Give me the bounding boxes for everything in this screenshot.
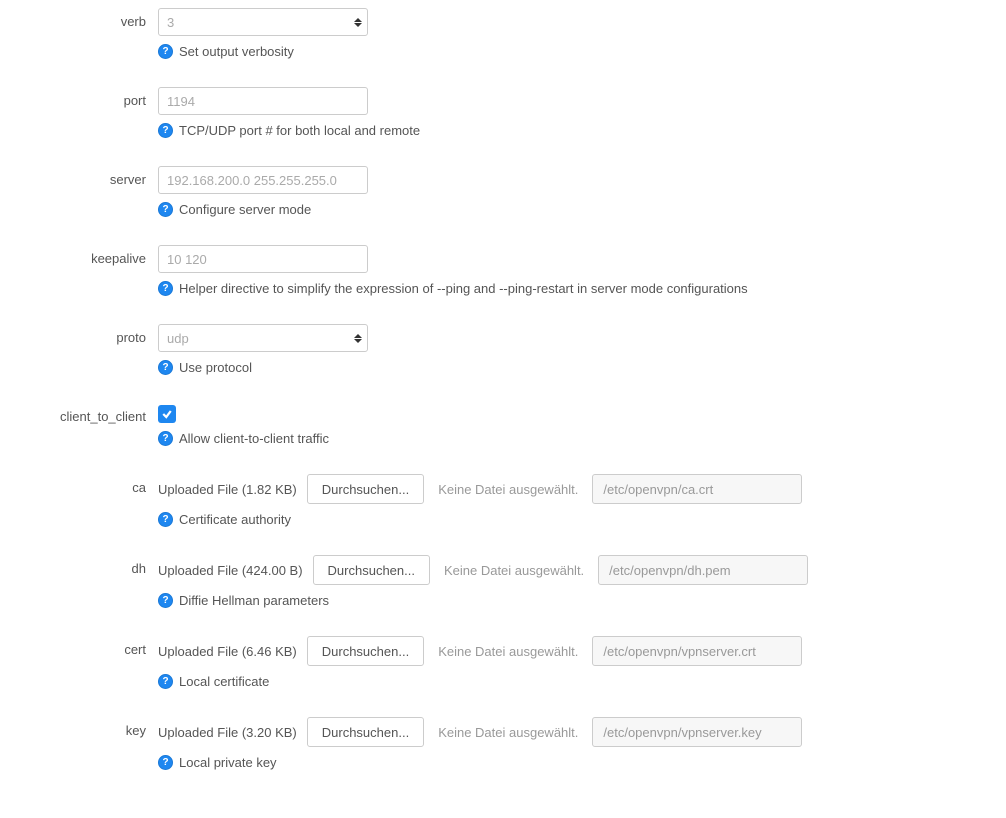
cert-nofile-text: Keine Datei ausgewählt. <box>424 644 592 659</box>
label-dh: dh <box>0 555 158 576</box>
row-verb: verb 3 ? Set output verbosity <box>0 8 1006 59</box>
row-cert: cert Uploaded File (6.46 KB) Durchsuchen… <box>0 636 1006 689</box>
hint-proto: ? Use protocol <box>158 360 1006 375</box>
label-port: port <box>0 87 158 108</box>
chevron-updown-icon <box>351 326 365 350</box>
keepalive-input[interactable] <box>158 245 368 273</box>
help-icon[interactable]: ? <box>158 755 173 770</box>
key-browse-button[interactable]: Durchsuchen... <box>307 717 424 747</box>
verb-select[interactable]: 3 <box>158 8 368 36</box>
hint-client-to-client: ? Allow client-to-client traffic <box>158 431 1006 446</box>
hint-dh-text: Diffie Hellman parameters <box>179 593 329 608</box>
dh-path-input[interactable]: /etc/openvpn/dh.pem <box>598 555 808 585</box>
key-uploaded-text: Uploaded File (3.20 KB) <box>158 725 307 740</box>
port-input[interactable] <box>158 87 368 115</box>
ca-nofile-text: Keine Datei ausgewählt. <box>424 482 592 497</box>
hint-server-text: Configure server mode <box>179 202 311 217</box>
hint-keepalive: ? Helper directive to simplify the expre… <box>158 281 1006 296</box>
key-path-input[interactable]: /etc/openvpn/vpnserver.key <box>592 717 802 747</box>
hint-ca-text: Certificate authority <box>179 512 291 527</box>
cert-browse-button[interactable]: Durchsuchen... <box>307 636 424 666</box>
row-dh: dh Uploaded File (424.00 B) Durchsuchen.… <box>0 555 1006 608</box>
proto-select-value: udp <box>167 331 189 346</box>
help-icon[interactable]: ? <box>158 593 173 608</box>
hint-key: ? Local private key <box>158 755 1006 770</box>
dh-uploaded-text: Uploaded File (424.00 B) <box>158 563 313 578</box>
help-icon[interactable]: ? <box>158 123 173 138</box>
hint-port: ? TCP/UDP port # for both local and remo… <box>158 123 1006 138</box>
label-proto: proto <box>0 324 158 345</box>
hint-client-to-client-text: Allow client-to-client traffic <box>179 431 329 446</box>
chevron-updown-icon <box>351 10 365 34</box>
row-client-to-client: client_to_client ? Allow client-to-clien… <box>0 403 1006 446</box>
ca-path-input[interactable]: /etc/openvpn/ca.crt <box>592 474 802 504</box>
server-input[interactable] <box>158 166 368 194</box>
ca-uploaded-text: Uploaded File (1.82 KB) <box>158 482 307 497</box>
client-to-client-checkbox[interactable] <box>158 405 176 423</box>
row-key: key Uploaded File (3.20 KB) Durchsuchen.… <box>0 717 1006 770</box>
check-icon <box>161 408 173 420</box>
label-cert: cert <box>0 636 158 657</box>
hint-keepalive-text: Helper directive to simplify the express… <box>179 281 748 296</box>
hint-dh: ? Diffie Hellman parameters <box>158 593 1006 608</box>
label-ca: ca <box>0 474 158 495</box>
hint-verb-text: Set output verbosity <box>179 44 294 59</box>
hint-cert: ? Local certificate <box>158 674 1006 689</box>
row-port: port ? TCP/UDP port # for both local and… <box>0 87 1006 138</box>
ca-browse-button[interactable]: Durchsuchen... <box>307 474 424 504</box>
label-server: server <box>0 166 158 187</box>
hint-proto-text: Use protocol <box>179 360 252 375</box>
help-icon[interactable]: ? <box>158 512 173 527</box>
label-verb: verb <box>0 8 158 29</box>
label-client-to-client: client_to_client <box>0 403 158 424</box>
dh-browse-button[interactable]: Durchsuchen... <box>313 555 430 585</box>
cert-path-input[interactable]: /etc/openvpn/vpnserver.crt <box>592 636 802 666</box>
help-icon[interactable]: ? <box>158 360 173 375</box>
key-nofile-text: Keine Datei ausgewählt. <box>424 725 592 740</box>
cert-uploaded-text: Uploaded File (6.46 KB) <box>158 644 307 659</box>
row-server: server ? Configure server mode <box>0 166 1006 217</box>
openvpn-config-form: verb 3 ? Set output verbosity port ? TCP… <box>0 0 1006 818</box>
help-icon[interactable]: ? <box>158 202 173 217</box>
row-proto: proto udp ? Use protocol <box>0 324 1006 375</box>
dh-nofile-text: Keine Datei ausgewählt. <box>430 563 598 578</box>
hint-server: ? Configure server mode <box>158 202 1006 217</box>
label-keepalive: keepalive <box>0 245 158 266</box>
help-icon[interactable]: ? <box>158 674 173 689</box>
row-keepalive: keepalive ? Helper directive to simplify… <box>0 245 1006 296</box>
hint-cert-text: Local certificate <box>179 674 269 689</box>
verb-select-value: 3 <box>167 15 174 30</box>
hint-port-text: TCP/UDP port # for both local and remote <box>179 123 420 138</box>
help-icon[interactable]: ? <box>158 44 173 59</box>
proto-select[interactable]: udp <box>158 324 368 352</box>
row-ca: ca Uploaded File (1.82 KB) Durchsuchen..… <box>0 474 1006 527</box>
label-key: key <box>0 717 158 738</box>
hint-key-text: Local private key <box>179 755 277 770</box>
help-icon[interactable]: ? <box>158 281 173 296</box>
hint-verb: ? Set output verbosity <box>158 44 1006 59</box>
help-icon[interactable]: ? <box>158 431 173 446</box>
hint-ca: ? Certificate authority <box>158 512 1006 527</box>
